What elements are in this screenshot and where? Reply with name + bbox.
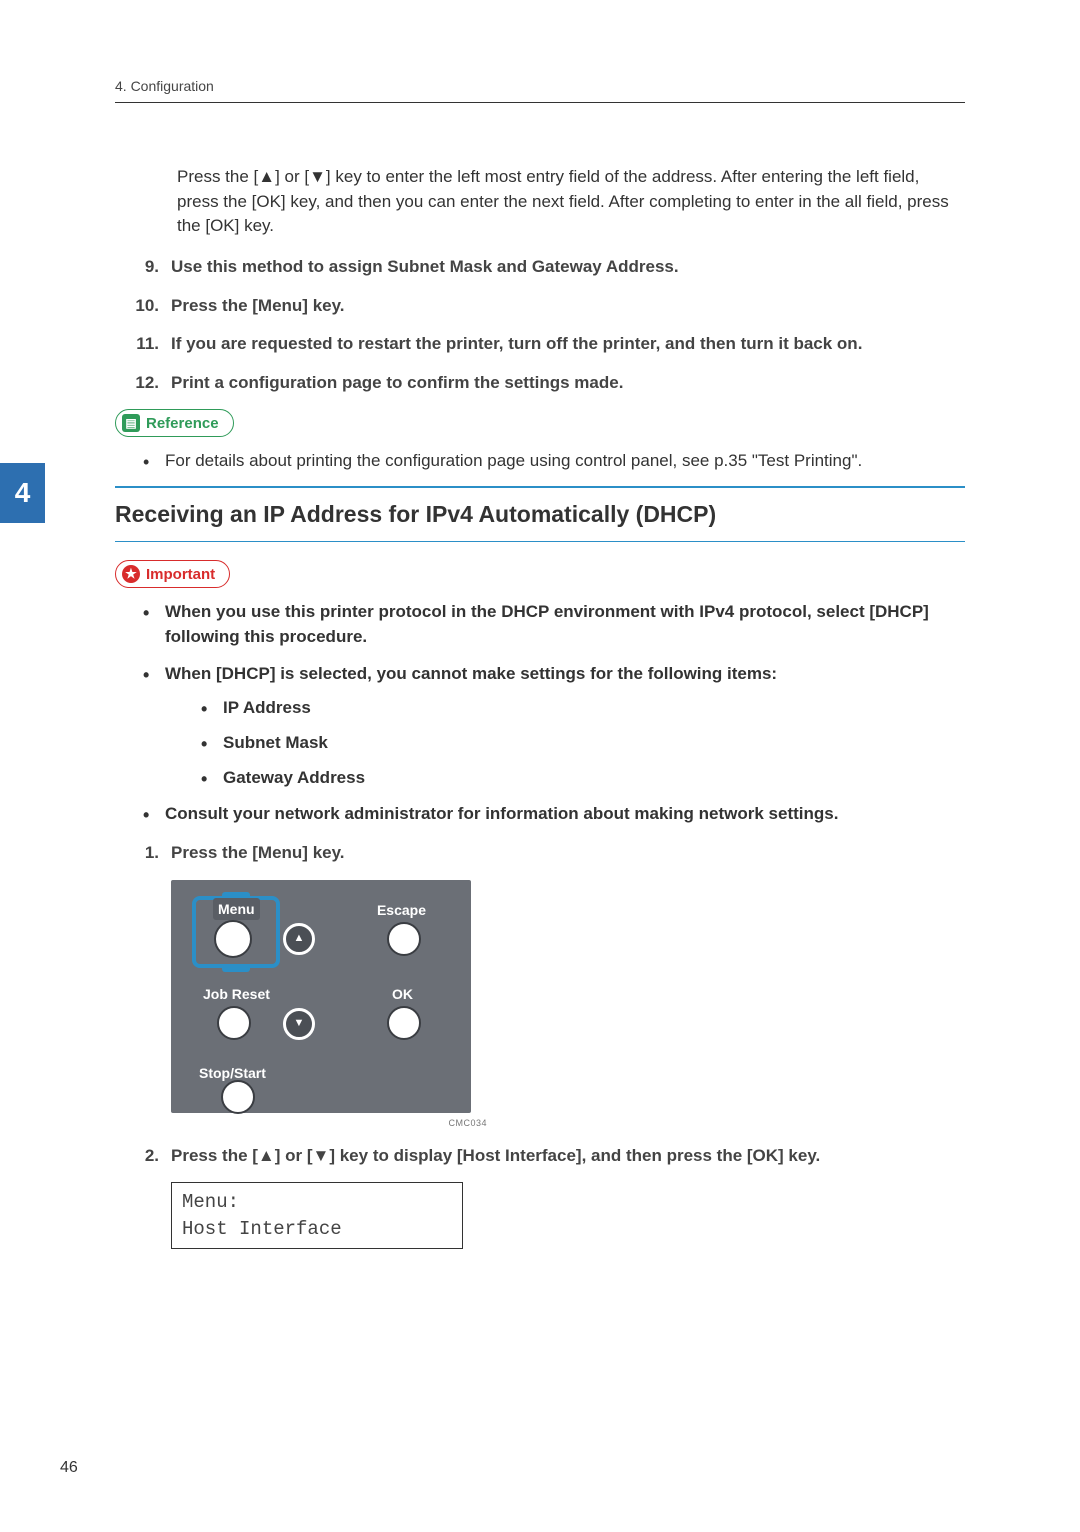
menu-button-icon — [214, 920, 252, 958]
panel-escape-label: Escape — [377, 900, 426, 920]
lcd-display: Menu: Host Interface — [171, 1182, 463, 1249]
header-rule — [115, 102, 965, 103]
down-arrow-button-icon: ▼ — [283, 1008, 315, 1040]
section-rule-bottom — [115, 541, 965, 542]
sub-bullet-gateway: Gateway Address — [201, 766, 965, 791]
important-bullet-3: Consult your network administrator for i… — [143, 802, 965, 827]
step-number: 2. — [115, 1144, 171, 1169]
step-number: 11. — [115, 332, 171, 357]
important-label-text: Important — [146, 564, 215, 586]
steps-upper: 9. Use this method to assign Subnet Mask… — [115, 255, 965, 396]
lcd-line-2: Host Interface — [182, 1216, 452, 1243]
step-text: Press the [▲] or [▼] key to display [Hos… — [171, 1144, 965, 1169]
important-pill: ★ Important — [115, 560, 230, 588]
reference-label-box: ▤ Reference — [115, 409, 965, 437]
content: Press the [▲] or [▼] key to enter the le… — [115, 165, 965, 1249]
step-text: Print a configuration page to confirm th… — [171, 371, 965, 396]
panel-jobreset-label: Job Reset — [203, 984, 270, 1004]
sub-bullet-ip: IP Address — [201, 696, 965, 721]
reference-label-text: Reference — [146, 413, 219, 435]
star-icon: ★ — [122, 565, 140, 583]
section-rule-top — [115, 486, 965, 488]
sub-bullet-subnet: Subnet Mask — [201, 731, 965, 756]
page-header: 4. Configuration — [115, 78, 965, 103]
figure-id: CMC034 — [171, 1117, 487, 1130]
control-panel-figure: Menu Escape Job Reset OK Stop/Start ▲ ▼ … — [171, 880, 965, 1130]
important-bullet-2: When [DHCP] is selected, you cannot make… — [143, 662, 965, 791]
control-panel: Menu Escape Job Reset OK Stop/Start ▲ ▼ — [171, 880, 471, 1113]
lcd-line-1: Menu: — [182, 1189, 452, 1216]
section-title: Receiving an IP Address for IPv4 Automat… — [115, 498, 965, 531]
step-9: 9. Use this method to assign Subnet Mask… — [115, 255, 965, 280]
side-tab: 4 — [0, 463, 45, 523]
important-bullets: When you use this printer protocol in th… — [143, 600, 965, 826]
reference-pill: ▤ Reference — [115, 409, 234, 437]
step-text: If you are requested to restart the prin… — [171, 332, 965, 357]
steps-lower-2: 2. Press the [▲] or [▼] key to display [… — [115, 1144, 965, 1169]
step-number: 12. — [115, 371, 171, 396]
step-12: 12. Print a configuration page to confir… — [115, 371, 965, 396]
step-1: 1. Press the [Menu] key. — [115, 841, 965, 866]
reference-bullet: For details about printing the configura… — [143, 449, 965, 474]
important-bullet-1: When you use this printer protocol in th… — [143, 600, 965, 649]
step-text: Use this method to assign Subnet Mask an… — [171, 255, 965, 280]
step-10: 10. Press the [Menu] key. — [115, 294, 965, 319]
step-number: 10. — [115, 294, 171, 319]
step-number: 1. — [115, 841, 171, 866]
chapter-label: 4. Configuration — [115, 78, 214, 94]
panel-menu-label: Menu — [213, 898, 260, 920]
important-bullet-2-text: When [DHCP] is selected, you cannot make… — [165, 664, 777, 683]
intro-paragraph: Press the [▲] or [▼] key to enter the le… — [177, 165, 965, 239]
step-11: 11. If you are requested to restart the … — [115, 332, 965, 357]
escape-button-icon — [387, 922, 421, 956]
list-icon: ▤ — [122, 414, 140, 432]
steps-lower: 1. Press the [Menu] key. — [115, 841, 965, 866]
jobreset-button-icon — [217, 1006, 251, 1040]
up-arrow-button-icon: ▲ — [283, 923, 315, 955]
stopstart-button-icon — [221, 1080, 255, 1114]
reference-bullets: For details about printing the configura… — [143, 449, 965, 474]
step-text: Press the [Menu] key. — [171, 841, 965, 866]
page-number: 46 — [60, 1459, 78, 1477]
important-label-box: ★ Important — [115, 560, 965, 588]
step-text: Press the [Menu] key. — [171, 294, 965, 319]
important-sub-bullets: IP Address Subnet Mask Gateway Address — [201, 696, 965, 790]
step-2: 2. Press the [▲] or [▼] key to display [… — [115, 1144, 965, 1169]
ok-button-icon — [387, 1006, 421, 1040]
step-number: 9. — [115, 255, 171, 280]
section-title-wrap: Receiving an IP Address for IPv4 Automat… — [115, 486, 965, 542]
panel-ok-label: OK — [392, 984, 413, 1004]
